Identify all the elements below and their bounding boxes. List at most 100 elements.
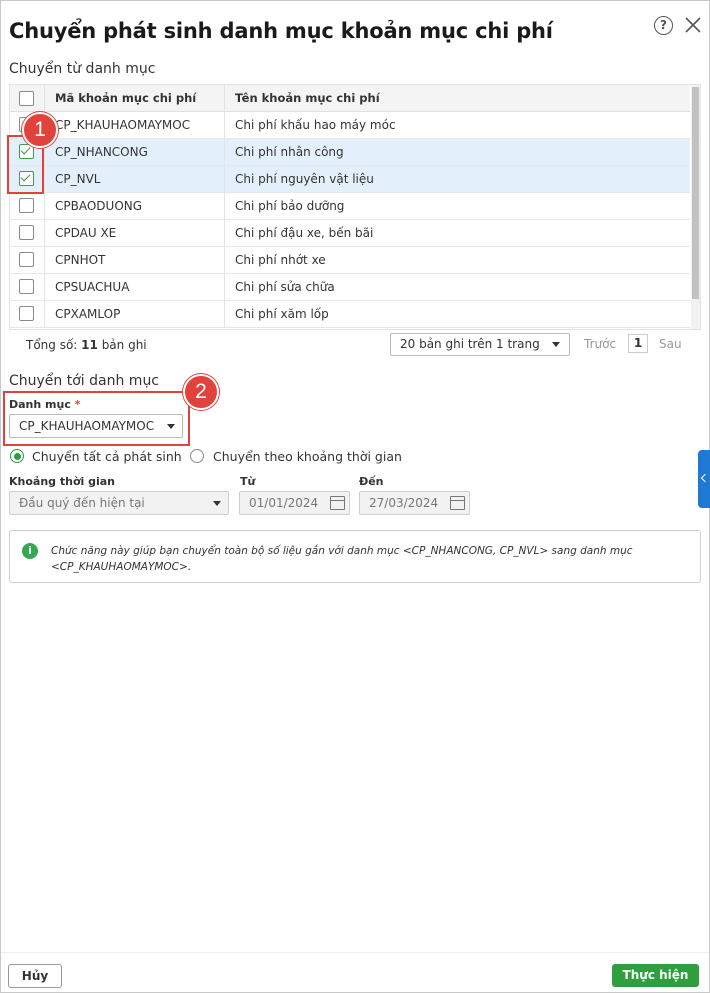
calendar-icon[interactable] <box>330 496 345 510</box>
table-row[interactable]: CP_NVL Chi phí nguyên vật liệu <box>10 166 690 193</box>
close-icon[interactable] <box>683 15 703 35</box>
page-size-select[interactable]: 20 bản ghi trên 1 trang <box>390 333 570 356</box>
step-marker-1: 1 <box>22 112 58 148</box>
radio-transfer-period-label[interactable]: Chuyển theo khoảng thời gian <box>213 449 402 464</box>
row-name-cell: Chi phí khấu hao máy móc <box>224 112 691 138</box>
info-text: Chức năng này giúp bạn chuyển toàn bộ số… <box>51 545 633 573</box>
row-code: CPXAMLOP <box>55 307 121 321</box>
row-name: Chi phí nhớt xe <box>235 253 326 267</box>
from-date-input[interactable]: 01/01/2024 <box>239 491 350 515</box>
row-checkbox[interactable] <box>19 198 34 213</box>
submit-button[interactable]: Thực hiện <box>612 964 699 987</box>
table-row[interactable]: CP_KHAUHAOMAYMOC Chi phí khấu hao máy mó… <box>10 112 690 139</box>
cancel-button[interactable]: Hủy <box>8 964 62 988</box>
table-row[interactable]: CPBAODUONG Chi phí bảo dưỡng <box>10 193 690 220</box>
total-count: Tổng số: 11 bản ghi <box>26 338 147 352</box>
scrollbar-thumb[interactable] <box>692 87 699 299</box>
current-page[interactable]: 1 <box>628 334 648 353</box>
header-check-cell <box>10 85 44 111</box>
row-name: Chi phí đậu xe, bến bãi <box>235 226 374 240</box>
row-code: CP_NVL <box>55 172 101 186</box>
row-code: CPNHOT <box>55 253 106 267</box>
period-label: Khoảng thời gian <box>9 475 116 488</box>
next-page-link[interactable]: Sau <box>659 337 682 351</box>
header-name-cell: Tên khoản mục chi phí <box>224 85 691 111</box>
highlight-category <box>3 391 190 446</box>
row-name: Chi phí nguyên vật liệu <box>235 172 374 186</box>
row-name-cell: Chi phí nhớt xe <box>224 247 691 273</box>
row-name-cell: Chi phí nhân công <box>224 139 691 165</box>
row-checkbox[interactable] <box>19 279 34 294</box>
row-name: Chi phí bảo dưỡng <box>235 199 345 213</box>
row-name-cell: Chi phí xăm lốp <box>224 301 691 327</box>
row-check-cell <box>10 220 44 246</box>
row-name: Chi phí nhân công <box>235 145 344 159</box>
row-code-cell: CPDAU XE <box>44 220 225 246</box>
period-select[interactable]: Đầu quý đến hiện tại <box>9 491 229 515</box>
table-row[interactable]: CPSUACHUA Chi phí sửa chữa <box>10 274 690 301</box>
row-code: CP_KHAUHAOMAYMOC <box>55 118 191 132</box>
prev-page-link[interactable]: Trước <box>584 337 616 351</box>
row-name-cell: Chi phí sửa chữa <box>224 274 691 300</box>
period-value: Đầu quý đến hiện tại <box>19 496 145 510</box>
row-code-cell: CPNHOT <box>44 247 225 273</box>
row-check-cell <box>10 301 44 327</box>
row-code-cell: CP_NHANCONG <box>44 139 225 165</box>
pagination-bar: Tổng số: 11 bản ghi 20 bản ghi trên 1 tr… <box>9 331 699 359</box>
row-code: CP_NHANCONG <box>55 145 148 159</box>
radio-transfer-all-label[interactable]: Chuyển tất cả phát sinh <box>32 449 182 464</box>
row-name: Chi phí xăm lốp <box>235 307 329 321</box>
source-section-label: Chuyển từ danh mục <box>9 61 156 77</box>
total-number: 11 <box>81 338 98 352</box>
radio-transfer-period[interactable] <box>190 449 204 463</box>
row-name: Chi phí khấu hao máy móc <box>235 118 396 132</box>
row-code-cell: CPXAMLOP <box>44 301 225 327</box>
target-section-label: Chuyển tới danh mục <box>9 373 160 389</box>
dialog-title: Chuyển phát sinh danh mục khoản mục chi … <box>9 19 553 43</box>
row-code: CPSUACHUA <box>55 280 130 294</box>
from-date-value: 01/01/2024 <box>249 496 319 510</box>
column-header-name: Tên khoản mục chi phí <box>235 91 380 105</box>
column-header-code: Mã khoản mục chi phí <box>55 91 197 105</box>
row-code: CPDAU XE <box>55 226 117 240</box>
table-header: Mã khoản mục chi phí Tên khoản mục chi p… <box>10 85 690 112</box>
table-row[interactable]: CPXAMLOP Chi phí xăm lốp <box>10 301 690 328</box>
row-code-cell: CP_KHAUHAOMAYMOC <box>44 112 225 138</box>
row-code: CPBAODUONG <box>55 199 143 213</box>
table-row[interactable]: CPNHOT Chi phí nhớt xe <box>10 247 690 274</box>
info-box: i Chức năng này giúp bạn chuyển toàn bộ … <box>9 530 701 583</box>
row-code-cell: CPSUACHUA <box>44 274 225 300</box>
to-date-input[interactable]: 27/03/2024 <box>359 491 470 515</box>
help-icon[interactable]: ? <box>654 16 673 35</box>
row-checkbox[interactable] <box>19 225 34 240</box>
source-table: Mã khoản mục chi phí Tên khoản mục chi p… <box>9 84 701 330</box>
row-name-cell: Chi phí bảo dưỡng <box>224 193 691 219</box>
row-name-cell: Chi phí đậu xe, bến bãi <box>224 220 691 246</box>
table-row[interactable]: CP_NHANCONG Chi phí nhân công <box>10 139 690 166</box>
row-name-cell: Chi phí nguyên vật liệu <box>224 166 691 192</box>
row-checkbox[interactable] <box>19 252 34 267</box>
table-row[interactable]: CPDAU XE Chi phí đậu xe, bến bãi <box>10 220 690 247</box>
row-code-cell: CP_NVL <box>44 166 225 192</box>
dialog-footer <box>1 952 709 993</box>
header-code-cell: Mã khoản mục chi phí <box>44 85 225 111</box>
to-date-value: 27/03/2024 <box>369 496 439 510</box>
chevron-down-icon <box>552 342 560 347</box>
page-size-value: 20 bản ghi trên 1 trang <box>400 337 540 351</box>
row-check-cell <box>10 193 44 219</box>
collapse-panel-tab[interactable] <box>698 450 710 508</box>
total-prefix: Tổng số: <box>26 338 82 352</box>
info-icon: i <box>22 543 38 559</box>
calendar-icon[interactable] <box>450 496 465 510</box>
select-all-checkbox[interactable] <box>19 91 34 106</box>
row-name: Chi phí sửa chữa <box>235 280 335 294</box>
row-check-cell <box>10 274 44 300</box>
row-checkbox[interactable] <box>19 306 34 321</box>
dialog: Chuyển phát sinh danh mục khoản mục chi … <box>0 0 710 993</box>
from-date-label: Từ <box>240 475 256 488</box>
step-marker-2: 2 <box>183 374 219 410</box>
table-scrollbar[interactable] <box>691 85 700 329</box>
radio-transfer-all[interactable] <box>10 449 24 463</box>
total-suffix: bản ghi <box>97 338 147 352</box>
row-check-cell <box>10 247 44 273</box>
